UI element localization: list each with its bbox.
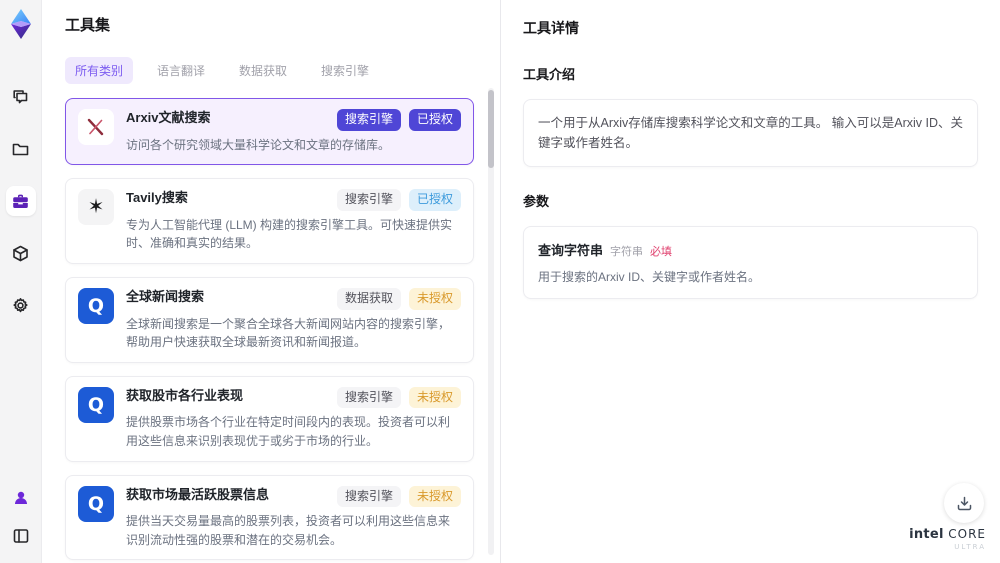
tool-name: Tavily搜索: [126, 190, 188, 206]
sidebar-item-chat[interactable]: [6, 82, 36, 112]
tool-name: 获取市场最活跃股票信息: [126, 486, 270, 502]
folder-icon: [11, 140, 30, 159]
category-tabs: 所有类别 语言翻译 数据获取 搜索引擎: [65, 57, 488, 84]
q-icon: Q: [78, 485, 114, 522]
layout-icon: [12, 527, 30, 545]
tool-card[interactable]: Q 获取市场最活跃股票信息 搜索引擎 未授权 提供当天交易量最高的股票列表，投资…: [65, 474, 474, 561]
tool-list: Arxiv文献搜索 搜索引擎 已授权 访问各个研究领域大量科学论文和文章的存储库…: [65, 98, 488, 563]
tool-card[interactable]: Q 全球新闻搜索 数据获取 未授权 全球新闻搜索是一个聚合全球各大新闻网站内容的…: [65, 276, 474, 363]
cube-icon: [11, 244, 30, 263]
intel-core-logo: intel CORE ULTRA: [909, 527, 986, 551]
intro-text: 一个用于从Arxiv存储库搜索科学论文和文章的工具。 输入可以是Arxiv ID…: [523, 99, 978, 167]
parameter-card: 查询字符串 字符串 必填 用于搜索的Arxiv ID、关键字或作者姓名。: [523, 226, 978, 299]
sidebar-item-profile[interactable]: [6, 483, 36, 513]
briefcase-icon: [11, 192, 30, 211]
scrollbar-track[interactable]: [488, 88, 494, 555]
category-badge: 搜索引擎: [336, 386, 401, 409]
page-title: 工具集: [65, 17, 111, 34]
q-icon: Q: [78, 287, 114, 324]
tab-0[interactable]: 所有类别: [65, 57, 134, 84]
chat-icon: [11, 88, 30, 107]
param-required-badge: 必填: [650, 246, 673, 258]
tab-2[interactable]: 数据获取: [229, 57, 297, 84]
details-title: 工具详情: [523, 20, 579, 36]
download-icon: [956, 495, 973, 512]
category-badge: 搜索引擎: [336, 189, 401, 211]
sidebar-item-models[interactable]: [6, 238, 36, 268]
q-icon: Q: [78, 386, 114, 423]
tool-description: 提供当天交易量最高的股票列表，投资者可以利用这些信息来识别流动性强的股票和潜在的…: [126, 514, 451, 547]
intro-heading: 工具介绍: [523, 67, 576, 82]
category-badge: 搜索引擎: [336, 485, 401, 508]
sidebar-item-settings[interactable]: [6, 290, 36, 320]
sidebar-item-files[interactable]: [6, 134, 36, 164]
sidebar-item-panel-toggle[interactable]: [6, 521, 36, 551]
scrollbar-thumb[interactable]: [488, 90, 494, 168]
tab-1[interactable]: 语言翻译: [147, 57, 215, 84]
tool-description: 访问各个研究领域大量科学论文和文章的存储库。: [126, 137, 391, 152]
param-name: 查询字符串: [538, 243, 604, 258]
tool-card[interactable]: Arxiv文献搜索 搜索引擎 已授权 访问各个研究领域大量科学论文和文章的存储库…: [65, 98, 474, 166]
left-rail: [0, 0, 42, 563]
tool-card[interactable]: ✶ Tavily搜索 搜索引擎 已授权 专为人工智能代理 (LLM) 构建的搜索…: [65, 178, 474, 264]
param-type: 字符串: [610, 246, 644, 258]
arxiv-icon: [78, 109, 114, 145]
tool-name: 全球新闻搜索: [126, 288, 205, 304]
tool-name: 获取股市各行业表现: [126, 387, 244, 403]
person-icon: [12, 489, 30, 507]
param-description: 用于搜索的Arxiv ID、关键字或作者姓名。: [538, 270, 761, 284]
tool-name: Arxiv文献搜索: [126, 110, 211, 125]
params-heading: 参数: [523, 194, 550, 209]
sidebar-item-tools[interactable]: [5, 186, 36, 216]
auth-status-badge: 未授权: [408, 485, 461, 508]
category-badge: 数据获取: [336, 287, 401, 310]
category-badge: 搜索引擎: [336, 109, 401, 131]
tool-card[interactable]: Q 获取股市各行业表现 搜索引擎 未授权 提供股票市场各个行业在特定时间段内的表…: [65, 375, 474, 462]
tool-description: 提供股票市场各个行业在特定时间段内的表现。投资者可以利用这些信息来识别表现优于或…: [126, 415, 451, 448]
star-icon: ✶: [78, 189, 114, 226]
auth-status-badge: 已授权: [408, 189, 461, 211]
tool-description: 全球新闻搜索是一个聚合全球各大新闻网站内容的搜索引擎，帮助用户快速获取全球最新资…: [126, 316, 451, 350]
tool-description: 专为人工智能代理 (LLM) 构建的搜索引擎工具。可快速提供实时、准确和真实的结…: [126, 217, 453, 251]
app-logo-icon: [7, 8, 35, 40]
auth-status-badge: 已授权: [408, 109, 461, 131]
tab-3[interactable]: 搜索引擎: [311, 57, 379, 84]
tool-list-panel: 工具集 所有类别 语言翻译 数据获取 搜索引擎 Arxiv文献搜索 搜索引擎 已授权 …: [42, 0, 500, 563]
tool-details-panel: 工具详情 工具介绍 一个用于从Arxiv存储库搜索科学论文和文章的工具。 输入可…: [500, 0, 1000, 563]
auth-status-badge: 未授权: [408, 287, 461, 310]
auth-status-badge: 未授权: [408, 386, 461, 409]
app-window: 工具集 所有类别 语言翻译 数据获取 搜索引擎 Arxiv文献搜索 搜索引擎 已授权 …: [0, 0, 1000, 563]
download-button[interactable]: [944, 483, 984, 523]
gear-icon: [11, 296, 30, 315]
